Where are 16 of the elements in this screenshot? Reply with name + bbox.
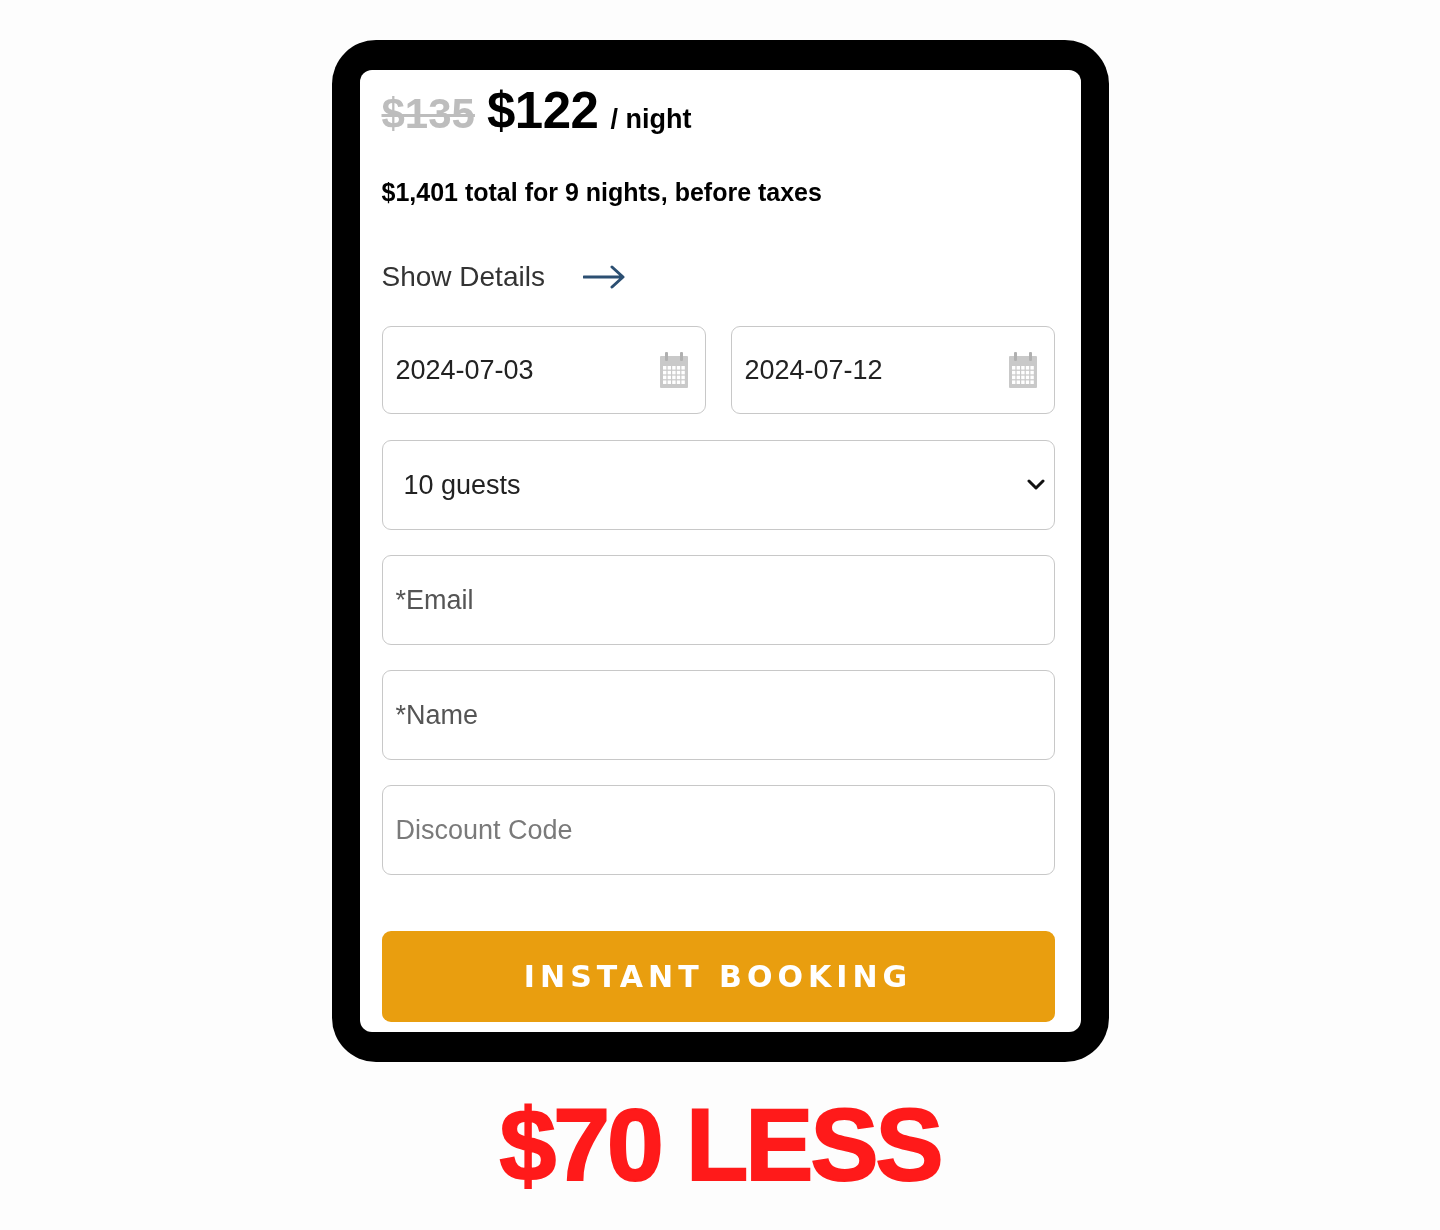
nightly-price: $122 <box>486 81 599 141</box>
required-input-field[interactable]: *Name <box>381 670 1055 760</box>
required-input-field[interactable]: *Email <box>381 555 1055 645</box>
date-field[interactable]: 2024-07-03 <box>381 326 706 414</box>
arrow-right-icon[interactable] <box>582 265 625 289</box>
guests-select[interactable]: 10 guests <box>381 440 1055 530</box>
original-price: $135 <box>381 89 475 139</box>
calendar-icon <box>659 352 688 388</box>
input-field[interactable]: Discount Code <box>381 785 1055 875</box>
chevron-down-icon <box>1026 479 1045 491</box>
date-field[interactable]: 2024-07-12 <box>730 326 1055 414</box>
show-details-link[interactable]: Show Details <box>381 260 545 294</box>
total-price-text: $1,401 total for 9 nights, before taxes <box>381 177 823 207</box>
price-unit: / night <box>610 103 692 136</box>
calendar-icon <box>1008 352 1037 388</box>
savings-caption: $70 LESS <box>499 1095 941 1195</box>
